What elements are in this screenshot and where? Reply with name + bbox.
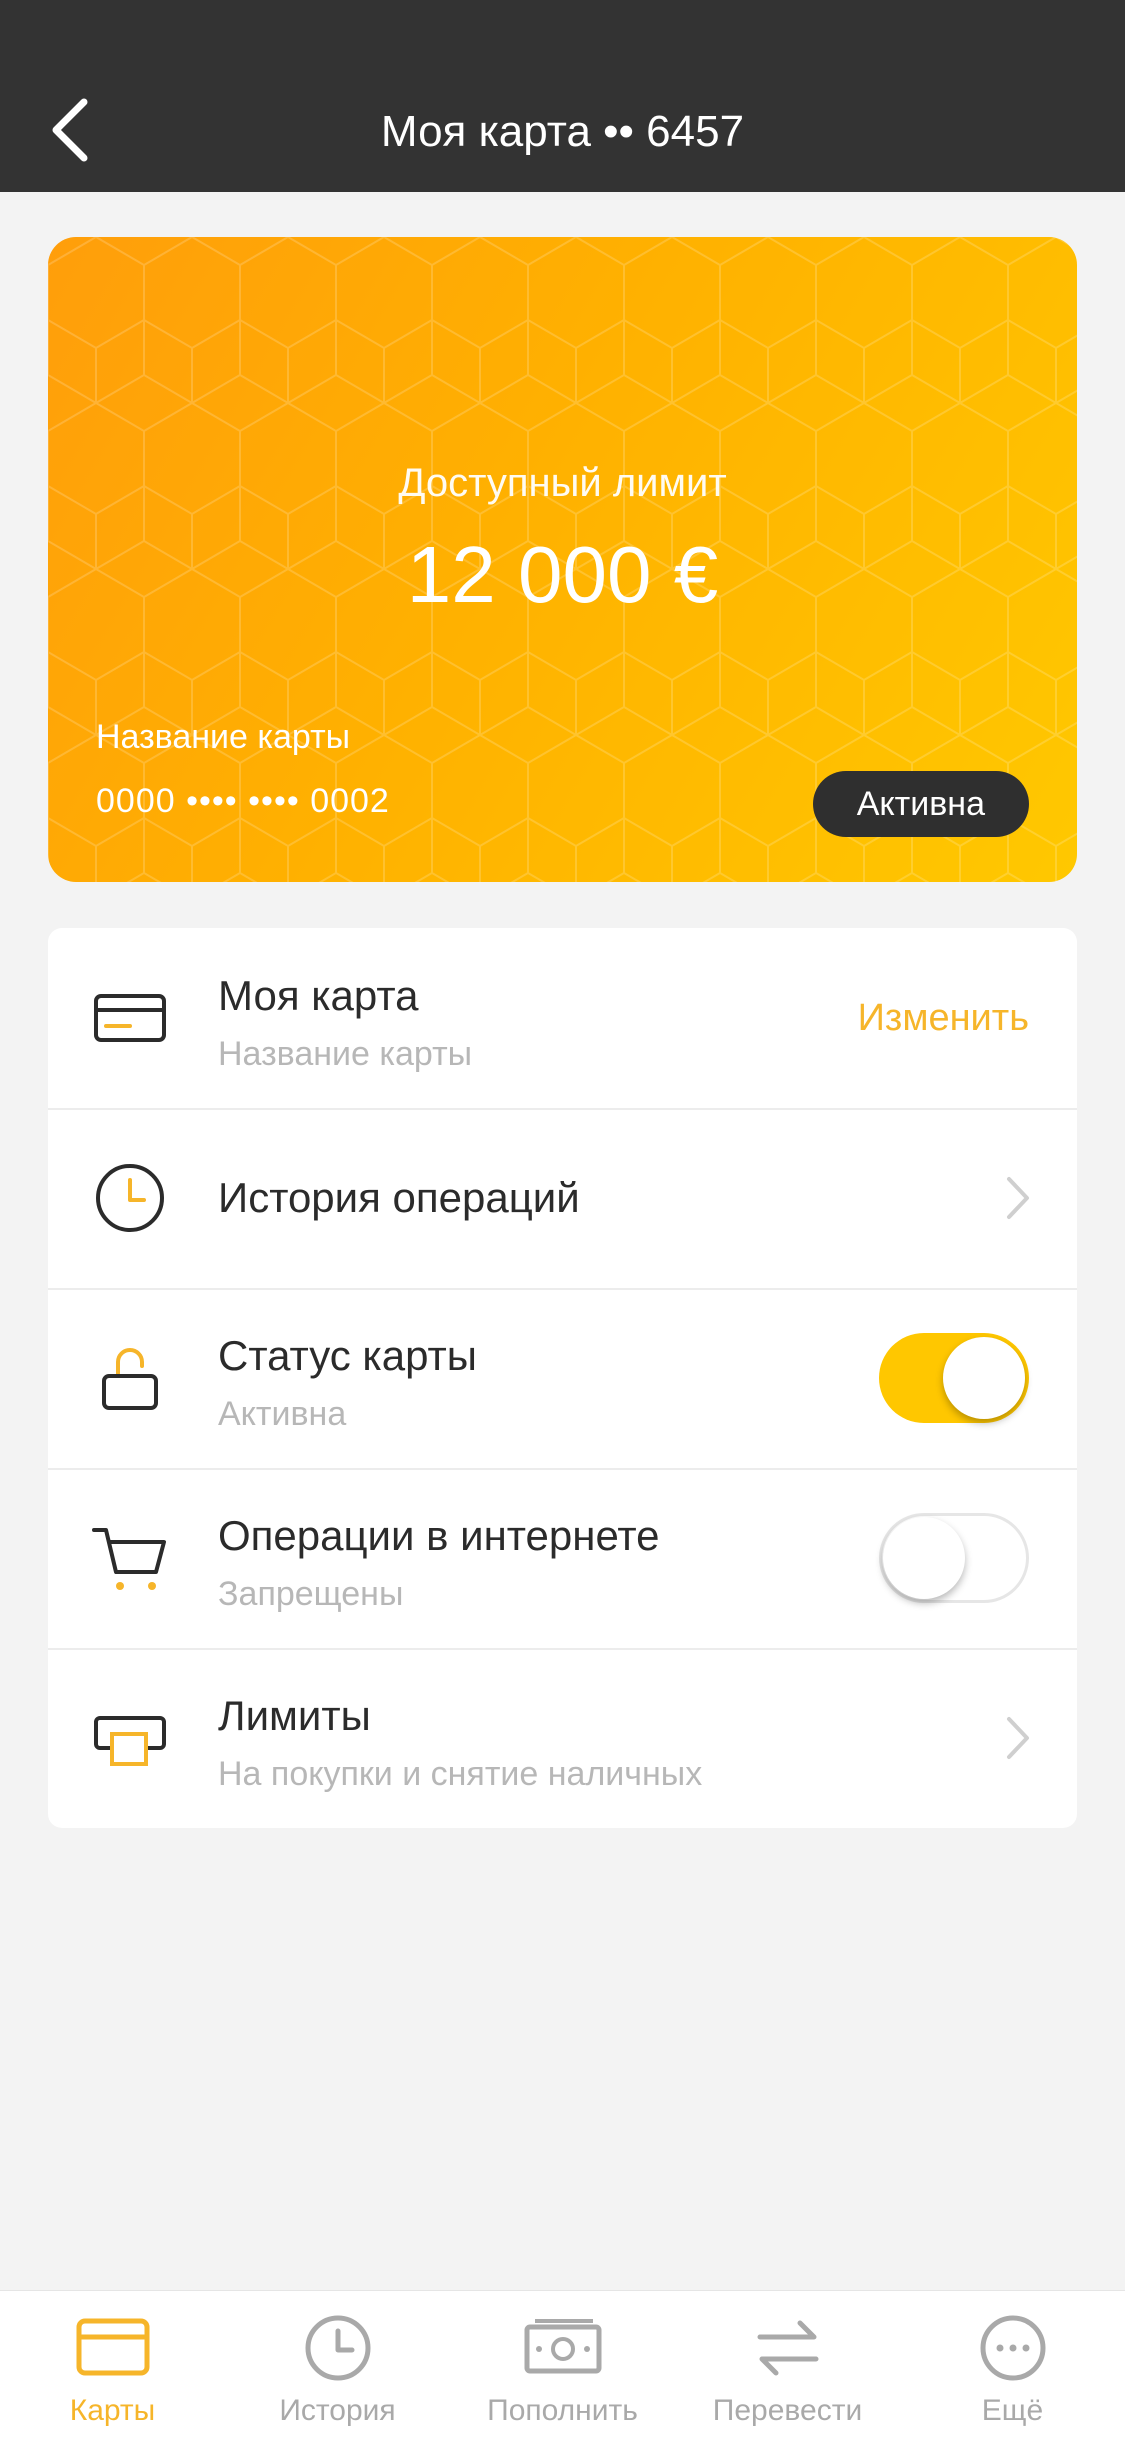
list-item-title: Операции в интернете — [218, 1512, 660, 1559]
list-item-limits[interactable]: Лимиты На покупки и снятие наличных — [48, 1648, 1077, 1828]
card-icon — [76, 2318, 149, 2376]
list-item-title: Лимиты — [218, 1692, 371, 1739]
tab-label: Перевести — [712, 2394, 863, 2427]
atm-icon — [94, 1716, 166, 1766]
tab-more[interactable]: Ещё — [900, 2291, 1125, 2437]
more-icon — [980, 2315, 1045, 2381]
tab-label: Пополнить — [487, 2394, 638, 2427]
list-item-internet-operations: Операции в интернете Запрещены — [48, 1468, 1077, 1648]
list-item-title: История операций — [218, 1174, 580, 1221]
card-status-badge: Активна — [812, 771, 1029, 837]
tab-top-up[interactable]: Пополнить — [450, 2291, 675, 2437]
edit-button[interactable]: Изменить — [858, 990, 1029, 1046]
list-item-title: Статус карты — [218, 1332, 477, 1379]
transfer-icon — [757, 2320, 818, 2376]
card-status-toggle[interactable] — [879, 1333, 1029, 1423]
toggle-knob — [943, 1337, 1025, 1419]
list-item-subtitle: На покупки и снятие наличных — [218, 1755, 703, 1793]
banknote-icon — [524, 2319, 601, 2374]
card-name: Название карты — [96, 718, 351, 756]
internet-operations-toggle[interactable] — [879, 1513, 1029, 1603]
card-settings-list: Моя карта Название карты Изменить Истори… — [48, 928, 1077, 1828]
tab-cards[interactable]: Карты — [0, 2291, 225, 2437]
list-item-card-status: Статус карты Активна — [48, 1288, 1077, 1468]
unlock-icon — [102, 1348, 158, 1410]
chevron-right-icon — [1007, 1717, 1029, 1759]
tab-transfer[interactable]: Перевести — [675, 2291, 900, 2437]
tab-bar: Карты История Пополнить Перевести Ещё — [0, 2290, 1125, 2437]
tab-label: Ещё — [981, 2394, 1044, 2427]
list-item-my-card[interactable]: Моя карта Название карты Изменить — [48, 928, 1077, 1108]
available-limit-value: 12 000 € — [406, 530, 719, 619]
page-title: Моя карта •• 6457 — [380, 107, 745, 156]
toggle-knob — [883, 1517, 965, 1599]
list-item-title: Моя карта — [218, 972, 419, 1019]
list-item-subtitle: Название карты — [218, 1035, 473, 1073]
list-item-subtitle: Запрещены — [218, 1575, 404, 1613]
tab-label: История — [279, 2394, 396, 2427]
credit-card-icon — [94, 994, 166, 1042]
clock-icon — [305, 2315, 370, 2381]
tab-label: Карты — [69, 2394, 156, 2427]
bank-card: Доступный лимит 12 000 € Название карты … — [48, 237, 1077, 882]
available-limit-label: Доступный лимит — [398, 461, 727, 505]
card-number: 0000 •••• •••• 0002 — [96, 782, 390, 820]
list-item-subtitle: Активна — [218, 1395, 347, 1433]
chevron-right-icon — [1007, 1177, 1029, 1219]
clock-icon — [96, 1164, 164, 1232]
cart-icon — [92, 1528, 166, 1590]
nav-bar: Моя карта •• 6457 — [0, 0, 1125, 192]
list-item-history[interactable]: История операций — [48, 1108, 1077, 1288]
tab-history[interactable]: История — [225, 2291, 450, 2437]
